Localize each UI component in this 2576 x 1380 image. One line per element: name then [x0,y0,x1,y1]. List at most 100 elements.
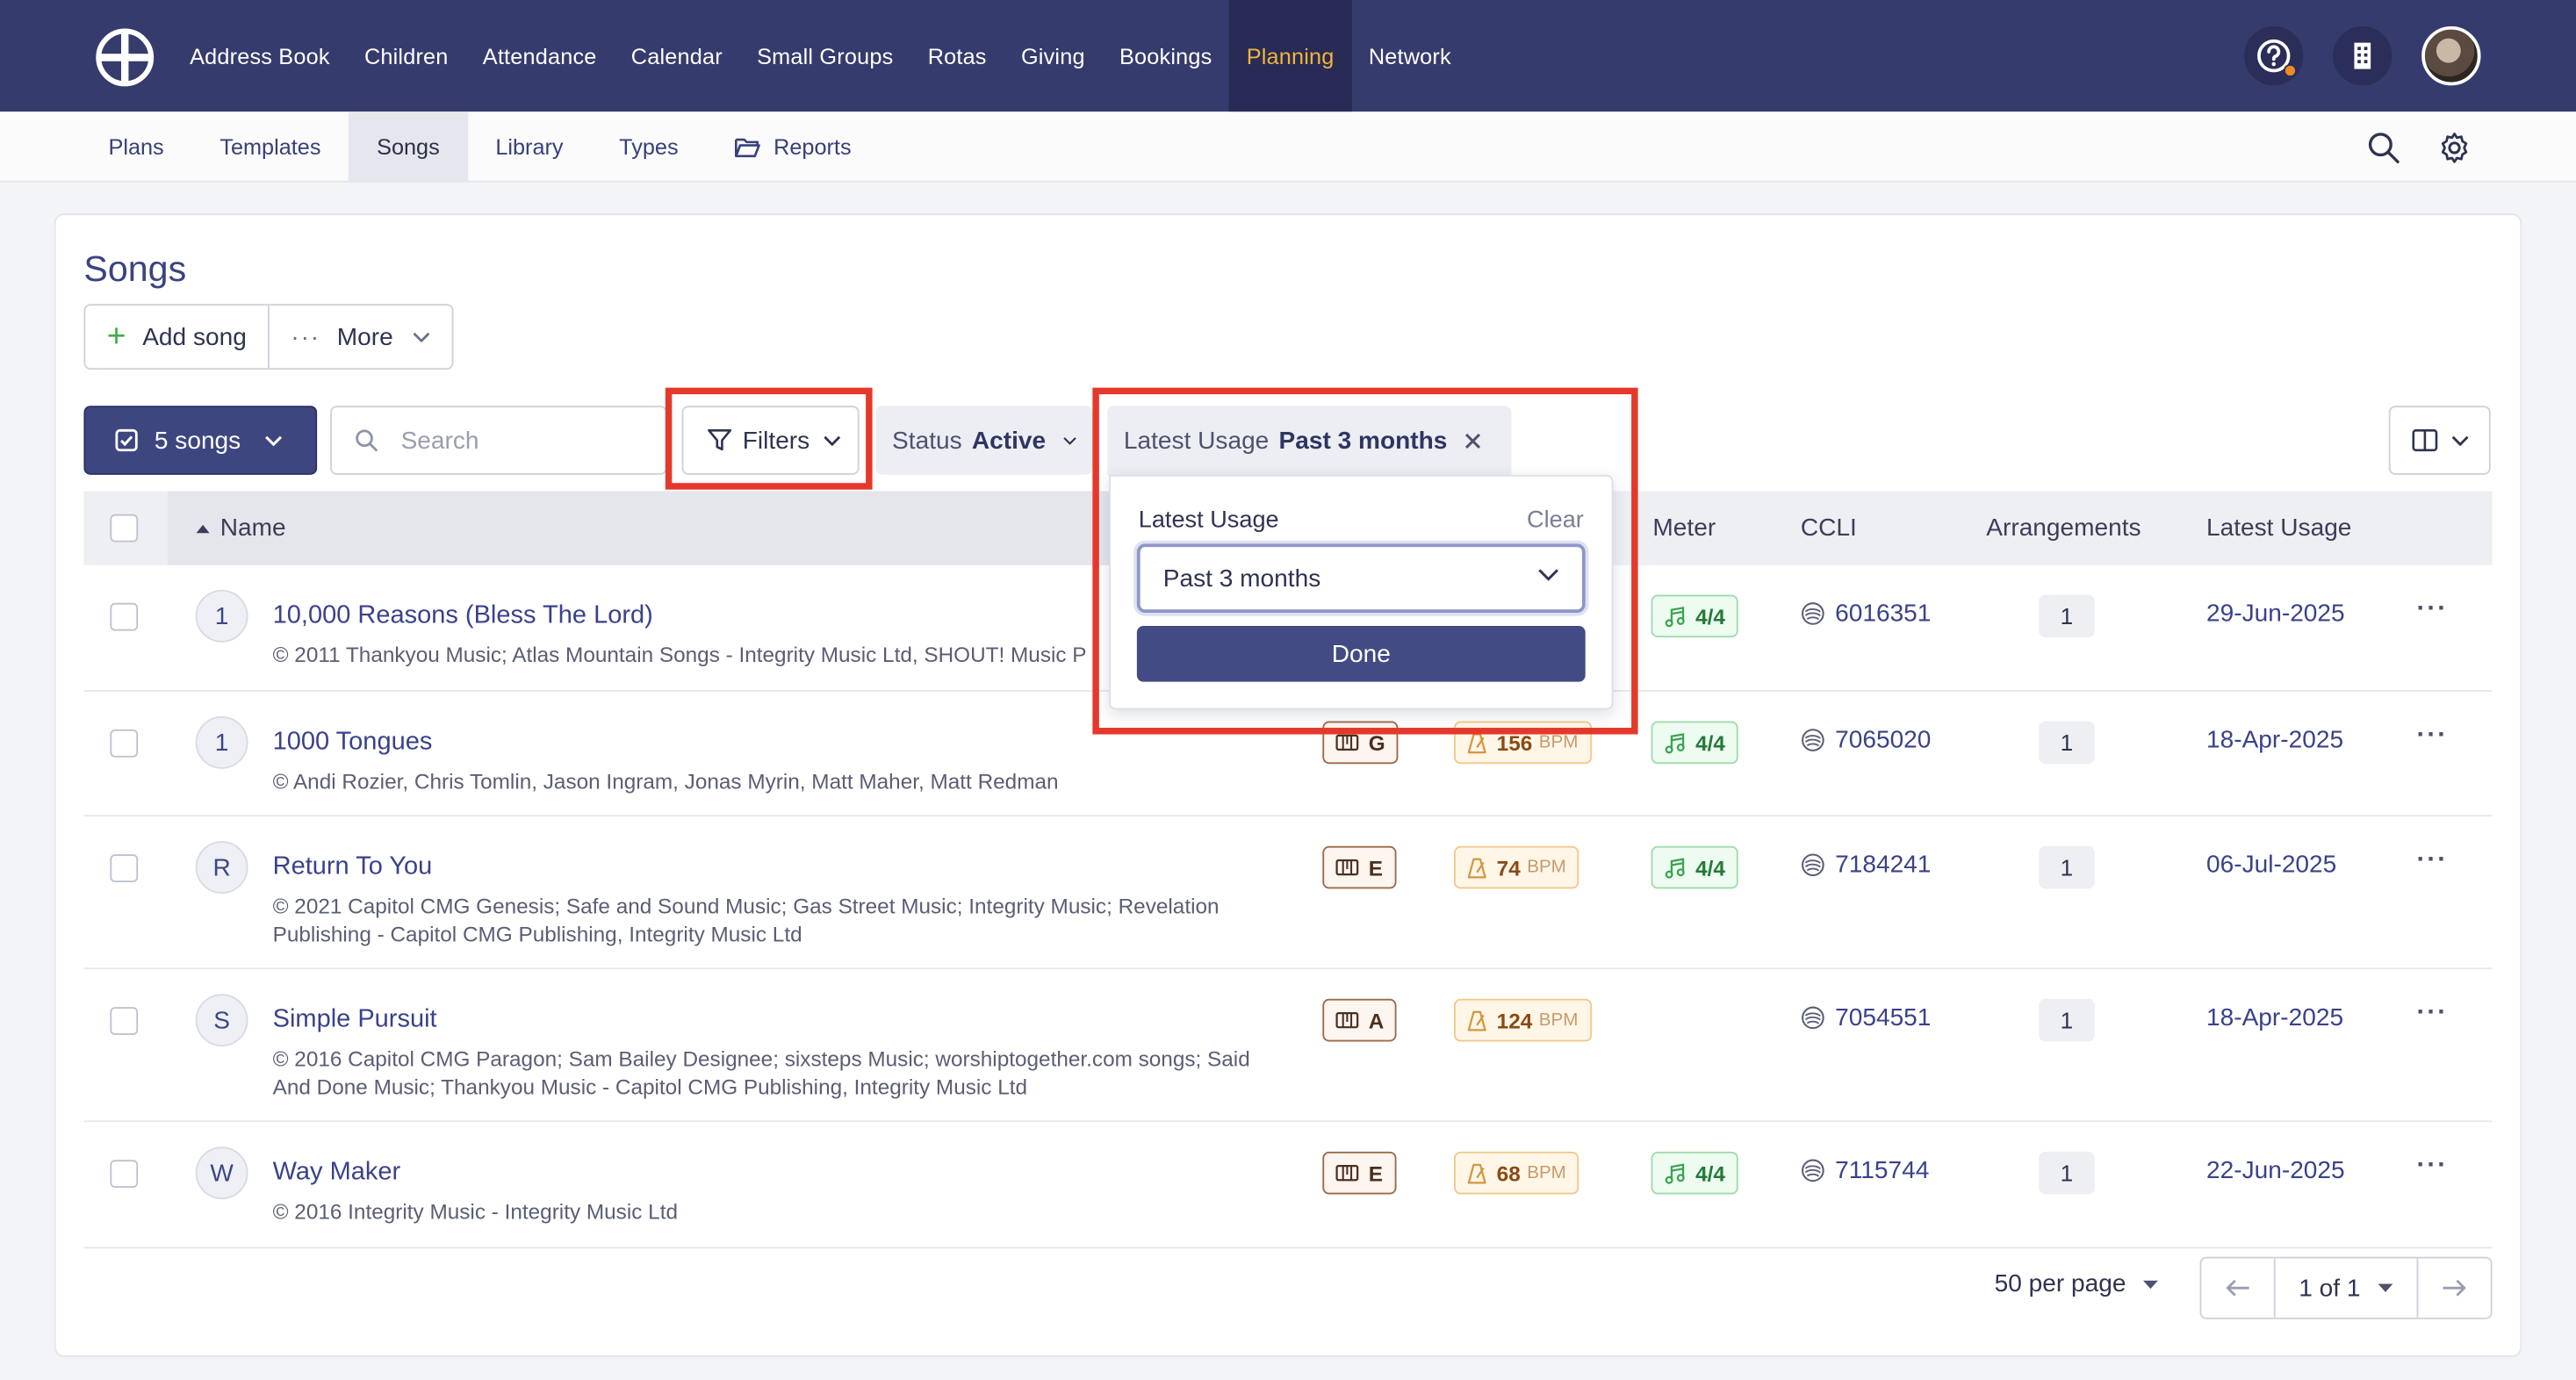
latest-usage-filter-chip[interactable]: Latest Usage Past 3 months [1107,406,1512,475]
selection-dropdown-button[interactable]: 5 songs [83,406,318,475]
clear-filter-button[interactable]: Clear [1527,507,1584,534]
song-ccli-number: 7184241 [1801,851,1932,880]
help-button[interactable] [2244,25,2304,86]
song-latest-usage-date: 18-Apr-2025 [2206,726,2344,754]
song-copyright: © 2016 Capitol CMG Paragon; Sam Bailey D… [272,1046,1250,1099]
keyboard-icon [1335,1165,1359,1182]
columns-toggle-button[interactable] [2388,406,2491,475]
song-bpm-value: 124 [1496,1008,1533,1033]
song-title-link[interactable]: Return To You [273,852,433,882]
row-actions-ellipsis-icon[interactable]: ··· [2417,594,2449,624]
row-actions-ellipsis-icon[interactable]: ··· [2417,722,2449,751]
sub-nav-reports[interactable]: Reports [706,111,879,182]
song-bpm-badge: 156 BPM [1454,721,1592,765]
column-header-meter[interactable]: Meter [1652,492,1716,565]
keyboard-icon [1335,859,1359,876]
building-icon [2354,42,2371,69]
song-initial-badge: R [195,841,248,895]
sub-nav-songs[interactable]: Songs [349,111,468,183]
song-initial-badge: S [195,994,248,1047]
row-checkbox[interactable] [110,1160,139,1189]
nav-item-small-groups[interactable]: Small Groups [739,0,910,111]
arrow-left-icon [2226,1279,2249,1297]
song-title-link[interactable]: 1000 Tongues [273,728,433,758]
table-row[interactable]: 1 1000 Tongues © Andi Rozier, Chris Tomlin… [83,692,2493,817]
song-copyright: © 2016 Integrity Music - Integrity Music… [272,1199,678,1225]
song-arrangements-count: 1 [2039,594,2095,638]
song-bpm-value: 74 [1496,855,1521,880]
close-icon[interactable] [1464,431,1482,449]
metronome-icon [1467,1162,1486,1183]
more-button[interactable]: ··· More [268,305,452,369]
ccli-logo-icon [1802,729,1824,751]
bpm-unit: BPM [1527,1162,1566,1183]
nav-item-giving[interactable]: Giving [1004,0,1102,111]
song-key-value: G [1368,730,1385,755]
column-header-name[interactable]: Name [167,491,1220,565]
song-meter-value: 4/4 [1695,1161,1725,1186]
search-button[interactable] [2364,128,2404,168]
keyboard-icon [1335,1011,1359,1029]
column-header-latest-usage[interactable]: Latest Usage [2206,492,2351,565]
row-select-cell [110,854,139,882]
column-header-ccli[interactable]: CCLI [1801,492,1857,565]
row-checkbox[interactable] [110,854,139,882]
search-input[interactable] [400,426,631,455]
table-row[interactable]: S Simple Pursuit © 2016 Capitol CMG Parago… [83,969,2493,1123]
app-logo-icon[interactable] [96,28,155,87]
sub-nav-types[interactable]: Types [591,111,706,182]
song-title-link[interactable]: 10,000 Reasons (Bless The Lord) [273,601,653,631]
nav-item-children[interactable]: Children [347,0,465,111]
sub-nav-items: Plans Templates Songs Library Types Repo… [81,111,880,183]
sub-nav-library[interactable]: Library [468,111,592,182]
table-row[interactable]: W Way Maker © 2016 Integrity Music - Integ… [83,1122,2493,1249]
filters-button[interactable]: Filters [681,406,860,475]
song-title-link[interactable]: Way Maker [273,1158,401,1188]
song-ccli-value: 7115744 [1835,1156,1930,1185]
organisation-button[interactable] [2333,25,2393,86]
nav-item-rotas[interactable]: Rotas [910,0,1004,111]
add-song-label: Add song [142,322,247,351]
column-header-arrangements[interactable]: Arrangements [1986,492,2141,565]
song-meter-value: 4/4 [1695,730,1725,755]
nav-item-network[interactable]: Network [1351,0,1468,111]
chevron-down-icon [414,331,430,342]
song-ccli-number: 7115744 [1801,1156,1930,1185]
page-select[interactable]: 1 of 1 [2273,1258,2419,1318]
nav-item-bookings[interactable]: Bookings [1102,0,1229,111]
page-label: 1 of 1 [2299,1274,2361,1303]
ccli-logo-icon [1802,853,1824,877]
selection-label: 5 songs [154,426,241,455]
nav-item-calendar[interactable]: Calendar [614,0,739,111]
chevron-down-icon [824,435,840,446]
latest-usage-select[interactable]: Past 3 months [1136,543,1586,614]
nav-item-address-book[interactable]: Address Book [172,0,347,111]
next-page-button[interactable] [2418,1258,2490,1317]
table-row[interactable]: R Return To You © 2021 Capitol CMG Genesis… [83,816,2493,970]
column-header-name-label: Name [219,514,286,543]
row-checkbox[interactable] [110,729,139,758]
settings-button[interactable] [2435,128,2474,168]
music-note-icon [1665,732,1685,753]
song-arrangements-count: 1 [2039,998,2095,1042]
nav-item-planning[interactable]: Planning [1229,0,1352,112]
done-button[interactable]: Done [1136,626,1586,682]
row-checkbox[interactable] [110,602,139,631]
latest-usage-filter-popover: Latest Usage Clear Past 3 months Done [1109,474,1614,710]
previous-page-button[interactable] [2201,1258,2273,1317]
row-actions-ellipsis-icon[interactable]: ··· [2417,999,2449,1029]
sub-nav-plans[interactable]: Plans [81,111,192,182]
sub-nav-templates[interactable]: Templates [192,111,349,182]
song-initial-badge: 1 [195,589,248,643]
status-filter-chip[interactable]: Status Active [875,406,1093,475]
per-page-select[interactable]: 50 per page [1995,1270,2159,1297]
row-actions-ellipsis-icon[interactable]: ··· [2417,846,2449,876]
row-actions-ellipsis-icon[interactable]: ··· [2417,1152,2449,1182]
song-title-link[interactable]: Simple Pursuit [273,1005,437,1035]
user-avatar[interactable] [2421,25,2481,86]
row-checkbox[interactable] [110,1007,139,1035]
add-song-button[interactable]: + Add song [85,305,268,368]
song-ccli-value: 7184241 [1835,851,1932,880]
nav-item-attendance[interactable]: Attendance [465,0,614,111]
select-all-checkbox[interactable] [110,514,139,543]
